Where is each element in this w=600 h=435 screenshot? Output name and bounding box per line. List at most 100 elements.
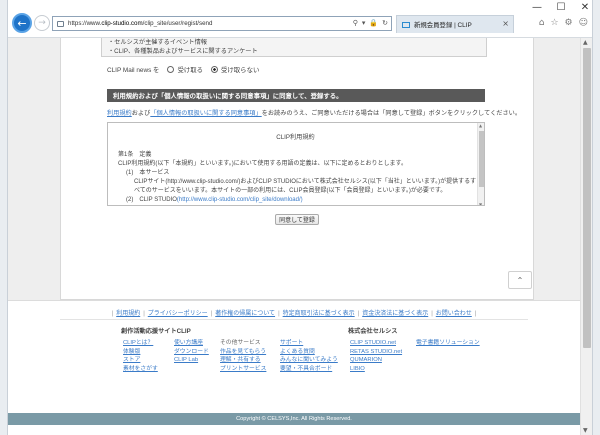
footer-link-clip-studio-net[interactable]: CLIP STUDIO.net	[350, 339, 402, 348]
footer-col-support: サポート よくある質問 みんなに聞いてみよう 要望・不具合ボード	[280, 339, 338, 373]
scroll-up-icon[interactable]: ▲	[583, 39, 588, 46]
browser-tab[interactable]: 新規会員登録 | CLIP ×	[396, 15, 514, 33]
footer-link-about-clip[interactable]: CLIPとは？	[123, 339, 158, 348]
scroll-down-icon[interactable]: ▼	[479, 202, 482, 205]
home-icon[interactable]: ⌂	[539, 18, 545, 28]
window-frame-right	[592, 0, 600, 435]
scroll-up-icon[interactable]: ▲	[479, 123, 482, 128]
footer-link-contact[interactable]: お問い合わせ	[436, 311, 472, 317]
back-to-top-button[interactable]: ⌃	[508, 271, 532, 289]
footer-link-tutorials[interactable]: 使い方講座	[174, 339, 209, 348]
lock-icon[interactable]: 🔒	[369, 19, 378, 27]
footer-links: | 利用規約 | プライバシーポリシー | 著作権の帰属について | 特定商取引法に基づく表示…	[8, 308, 580, 317]
footer-col-ebook: 電子書籍ソリューション	[416, 339, 480, 348]
separator: |	[210, 311, 213, 317]
footer-link-ask[interactable]: みんなに聞いてみよう	[280, 356, 338, 365]
favorites-icon[interactable]: ☆	[550, 18, 558, 28]
footer-col-learn: 使い方講座 ダウンロード CLIP Lab	[174, 339, 209, 365]
footer-link-ebook-solution[interactable]: 電子書籍ソリューション	[416, 339, 480, 348]
url-prefix: https://www.	[68, 20, 102, 27]
footer-link-download[interactable]: ダウンロード	[174, 348, 209, 357]
footer-col-clip: CLIPとは？ 体験版 ストア 素材をさがす	[123, 339, 158, 373]
close-window-button[interactable]: ✕	[580, 2, 590, 13]
footer-link-clip-lab[interactable]: CLIP Lab	[174, 356, 209, 365]
footer-col-celsys: CLIP STUDIO.net RETAS STUDIO.net QUMARIO…	[350, 339, 402, 373]
footer-divider	[60, 319, 528, 320]
maximize-button[interactable]: ☐	[556, 2, 566, 13]
notice-line: ・CLIP、各種製品およびサービスに関するアンケート	[108, 47, 258, 55]
address-bar[interactable]: https://www.clip-studio.com/clip_site/us…	[52, 16, 392, 31]
window-controls: — ☐ ✕	[532, 2, 590, 13]
footer-link-commerce[interactable]: 特定商取引法に基づく表示	[283, 311, 355, 317]
footer-link-privacy[interactable]: プライバシーポリシー	[148, 311, 208, 317]
dropdown-icon[interactable]: ▾	[362, 19, 366, 27]
refresh-icon[interactable]: ↻	[382, 19, 388, 27]
terms-item-text: CLIPサイト(http://www.clip-studio.com/)およびC…	[134, 179, 477, 185]
receive-radio[interactable]	[167, 66, 175, 73]
url-path: /clip_site/user/regist/send	[142, 20, 213, 27]
footer-link-show-works[interactable]: 作品を見てもらう	[220, 348, 266, 357]
feedback-icon[interactable]: ☺	[579, 18, 588, 28]
footer-link-libio[interactable]: LIBIO	[350, 365, 402, 374]
favicon-icon	[402, 21, 410, 28]
footer-link-terms[interactable]: 利用規約	[116, 311, 140, 317]
footer-link-copyright[interactable]: 著作権の帰属について	[215, 311, 275, 317]
terms-intro: CLIP利用規約(以下「本規約」といいます。)において使用する用語の定義は、以下…	[118, 161, 407, 167]
terms-text: CLIP利用規約 第1条 定義 CLIP利用規約(以下「本規約」といいます。)に…	[118, 133, 477, 205]
copyright-bar: Copyright © CELSYS,Inc. All Rights Reser…	[8, 413, 580, 425]
download-link[interactable]: (http://www.clip-studio.com/clip_site/do…	[177, 197, 303, 203]
footer-link-print[interactable]: プリントサービス	[220, 365, 266, 374]
separator: |	[431, 311, 433, 317]
browser-toolbar: — ☐ ✕ ← → https://www.clip-studio.com/cl…	[8, 0, 592, 38]
browser-tools: ⌂ ☆ ⚙ ☺	[539, 18, 588, 28]
footer-link-materials[interactable]: 素材をさがす	[123, 365, 158, 374]
mail-news-label: CLIP Mail news を	[107, 67, 160, 74]
scroll-down-icon[interactable]: ▼	[583, 427, 588, 434]
terms-scroll-thumb[interactable]	[479, 131, 484, 187]
footer-link-retas-studio-net[interactable]: RETAS STUDIO.net	[350, 348, 402, 357]
terms-section-heading: 第1条 定義	[118, 152, 152, 158]
decline-label[interactable]: 受け取らない	[221, 65, 259, 74]
footer-link-qumarion[interactable]: QUMARION	[350, 356, 402, 365]
footer-link-store[interactable]: ストア	[123, 356, 158, 365]
back-button[interactable]: ←	[12, 13, 32, 33]
page-scroll-thumb[interactable]	[583, 48, 591, 348]
terms-scrollbar[interactable]: ▲ ▼	[477, 123, 484, 205]
agreement-instructions: 利用規約および「個人情報の取扱いに関する同意事項」をお読みのうえ、ご同意いただけ…	[107, 108, 521, 117]
mail-news-option: CLIP Mail news を 受け取る 受け取らない	[107, 65, 259, 74]
footer-link-trial[interactable]: 体験版	[123, 348, 158, 357]
site-footer: | 利用規約 | プライバシーポリシー | 著作権の帰属について | 特定商取引法に基づく表示…	[8, 300, 580, 435]
minimize-button[interactable]: —	[532, 2, 542, 13]
agree-and-register-button[interactable]: 同意して登録	[275, 214, 319, 225]
page-content: ・セルシスが主催するイベント情報 ・CLIP、各種製品およびサービスに関するアン…	[8, 38, 580, 435]
chevron-up-icon: ⌃	[516, 275, 524, 285]
privacy-consent-link[interactable]: 「個人情報の取扱いに関する同意事項」	[150, 110, 261, 117]
forward-button[interactable]: →	[34, 15, 50, 31]
terms-item-text: べてのサービスをいいます。本サイトの一部の利用には、CLIP会員登録(以下「会員…	[134, 188, 447, 194]
terms-link[interactable]: 利用規約	[107, 110, 132, 117]
window-frame-left	[0, 0, 8, 435]
footer-col-other: その他サービス 作品を見てもらう 理解・共有する プリントサービス	[220, 339, 266, 373]
lead-text: および	[131, 110, 151, 117]
terms-item2-heading: (2) CLIP STUDIO	[126, 197, 177, 203]
page-scrollbar[interactable]: ▲ ▼	[580, 38, 592, 435]
decline-radio[interactable]	[211, 66, 219, 73]
url-text: https://www.clip-studio.com/clip_site/us…	[68, 20, 212, 27]
terms-item-heading: (1) 本サービス	[126, 170, 170, 176]
footer-link-request-board[interactable]: 要望・不具合ボード	[280, 365, 338, 374]
terms-box[interactable]: CLIP利用規約 第1条 定義 CLIP利用規約(以下「本規約」といいます。)に…	[107, 122, 485, 206]
footer-other-services-label: その他サービス	[220, 340, 261, 346]
close-tab-icon[interactable]: ×	[502, 19, 509, 28]
terms-title: CLIP利用規約	[276, 134, 315, 141]
receive-label[interactable]: 受け取る	[177, 65, 203, 74]
footer-company-heading: 株式会社セルシス	[348, 328, 398, 335]
footer-site-heading: 創作活動応援サイトCLIP	[121, 328, 191, 335]
footer-link-support[interactable]: サポート	[280, 339, 338, 348]
settings-icon[interactable]: ⚙	[565, 18, 573, 28]
notice-line: ・セルシスが主催するイベント情報	[108, 39, 207, 46]
footer-link-payment[interactable]: 資金決済法に基づく表示	[362, 311, 428, 317]
search-icon[interactable]: ⚲	[353, 19, 358, 27]
address-bar-icons: ⚲ ▾ 🔒 ↻	[353, 19, 388, 27]
footer-link-share[interactable]: 理解・共有する	[220, 356, 266, 365]
footer-link-faq[interactable]: よくある質問	[280, 348, 338, 357]
